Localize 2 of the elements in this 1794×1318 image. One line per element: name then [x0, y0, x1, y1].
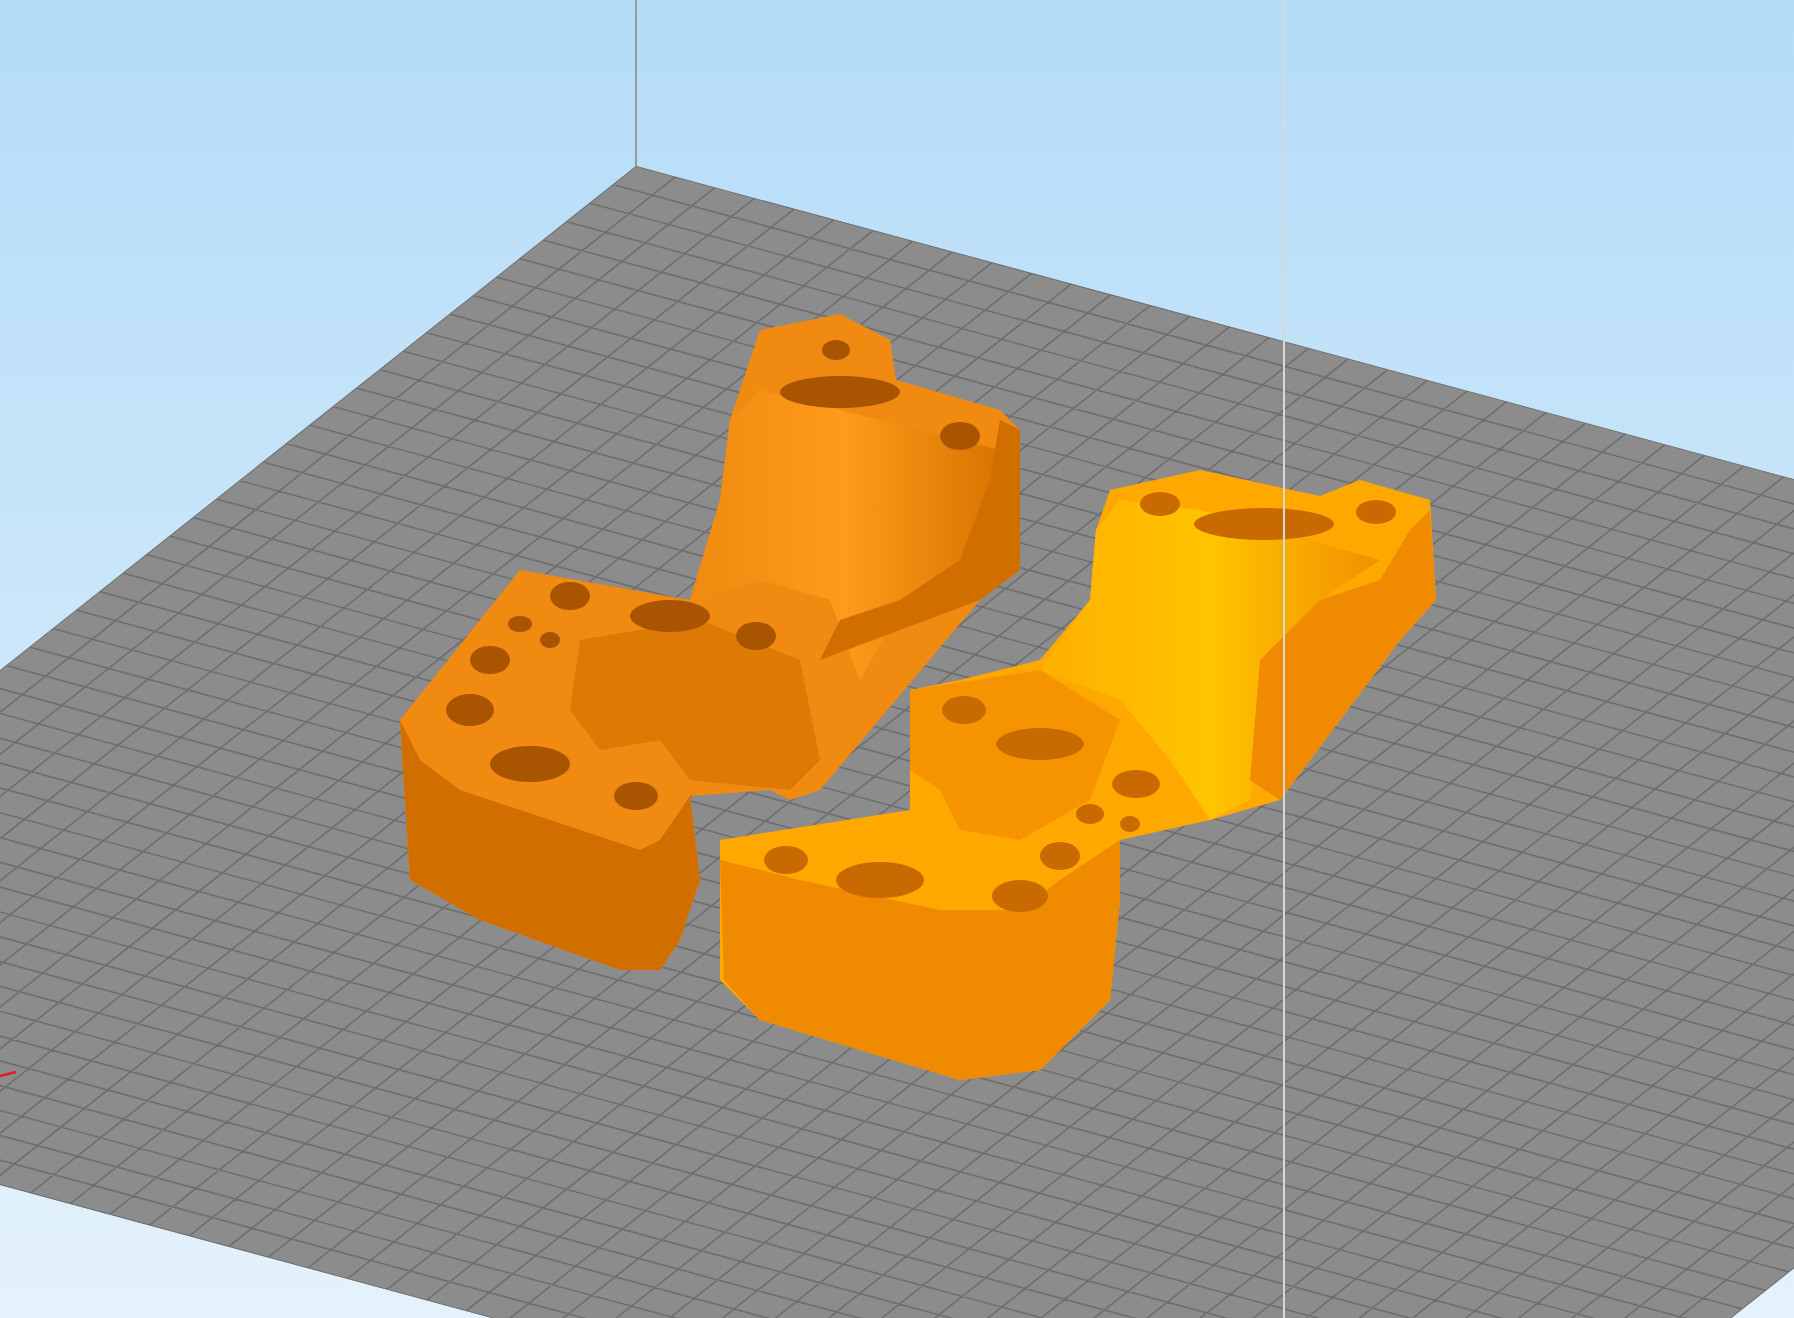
axis-line: [0, 1070, 17, 1078]
bracket-model[interactable]: [720, 470, 1436, 1080]
